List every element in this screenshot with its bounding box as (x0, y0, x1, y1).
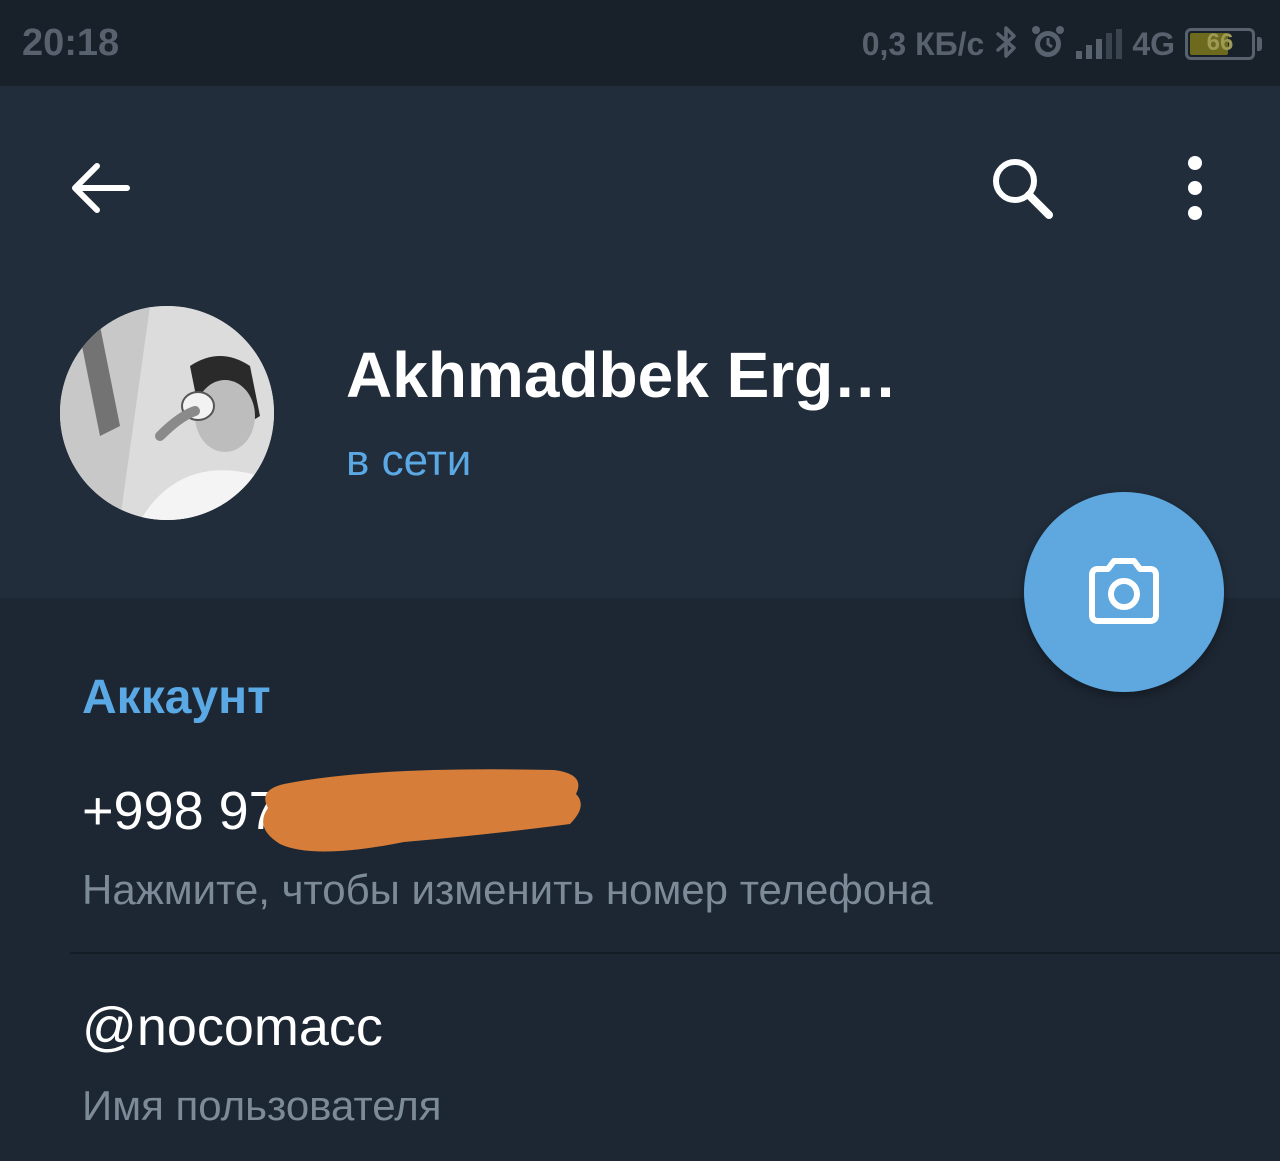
back-button[interactable] (48, 136, 152, 240)
username-row[interactable]: @nocomacc Имя пользователя (0, 960, 1280, 1161)
camera-icon (1089, 558, 1159, 624)
account-section-title: Аккаунт (82, 671, 271, 724)
alarm-icon (1030, 24, 1066, 65)
avatar-photo (60, 306, 274, 520)
back-arrow-icon (72, 163, 130, 213)
phone-hint: Нажмите, чтобы изменить номер телефона (82, 866, 933, 913)
divider (70, 952, 1280, 954)
status-time: 20:18 (22, 22, 120, 64)
set-photo-button[interactable] (1024, 492, 1224, 692)
username: @nocomacc (82, 997, 383, 1057)
phone-number-row[interactable]: +998 97 Нажмите, чтобы изменить номер те… (0, 750, 1280, 950)
network-type: 4G (1132, 25, 1175, 62)
search-icon (993, 159, 1053, 219)
status-indicators: 0,3 КБ/с 4G 66 (862, 22, 1262, 66)
battery-tip (1257, 37, 1262, 51)
phone-number: +998 97 (82, 781, 279, 841)
bluetooth-icon (994, 24, 1020, 65)
signal-icon (1076, 29, 1123, 59)
battery-level: 66 (1206, 29, 1234, 56)
profile-name: Akhmadbek Erg… (346, 339, 898, 411)
avatar[interactable] (60, 306, 274, 520)
network-speed: 0,3 КБ/с (861, 25, 985, 62)
more-vertical-icon (1188, 156, 1202, 220)
search-button[interactable] (970, 136, 1074, 240)
more-options-button[interactable] (1150, 136, 1240, 240)
status-bar: 20:18 0,3 КБ/с 4G 66 (0, 0, 1280, 86)
redaction-mark (254, 764, 584, 860)
battery-icon: 66 (1185, 28, 1255, 60)
username-hint: Имя пользователя (82, 1082, 442, 1129)
online-status: в сети (346, 436, 472, 485)
